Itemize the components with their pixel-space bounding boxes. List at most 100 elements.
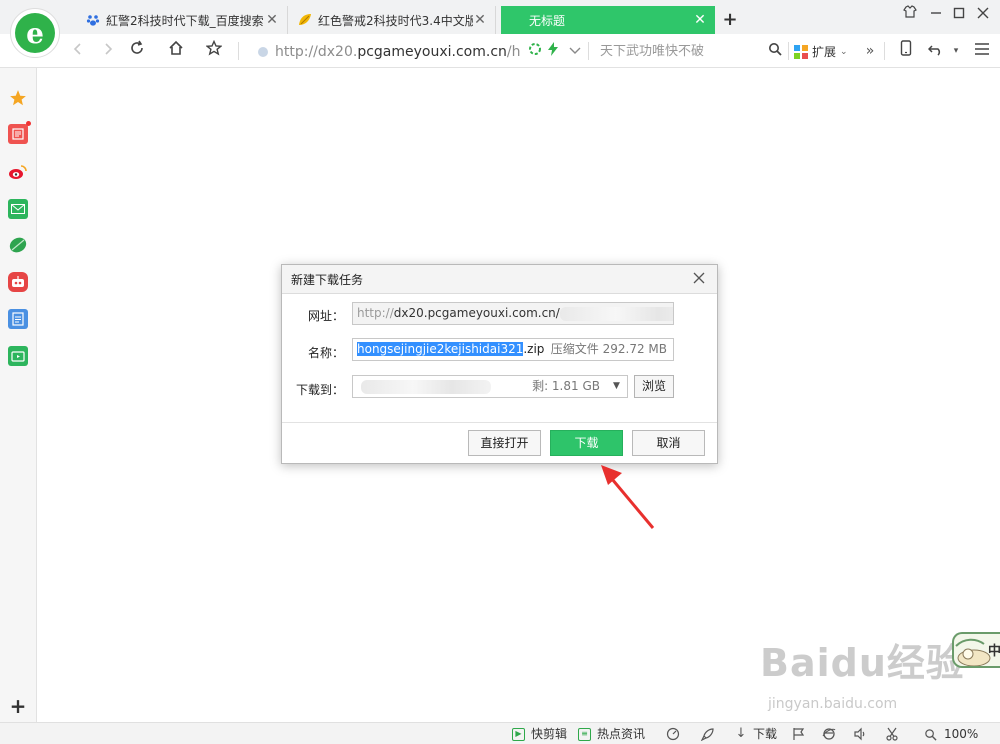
new-download-dialog: 新建下载任务 网址： http://dx20.pcgameyouxi.com.c…	[281, 264, 718, 464]
tab-close-icon[interactable]: ✕	[265, 12, 279, 28]
url-label: 网址：	[307, 309, 344, 323]
chevron-down-icon: ⌄	[840, 47, 848, 57]
maximize-icon[interactable]	[947, 4, 971, 26]
annotation-arrow-icon	[601, 465, 655, 529]
address-domain: pcgameyouxi.com.cn	[357, 44, 507, 60]
zoom-level: 100%	[944, 727, 979, 741]
filename-selected-text: hongsejingjie2kejishidai321	[357, 342, 524, 356]
navigation-toolbar: http://dx20.pcgameyouxi.com.cn/hongs 天下武…	[0, 34, 1000, 68]
forward-arrow-icon[interactable]	[96, 40, 120, 62]
zoom-magnifier-icon	[925, 728, 937, 741]
sidebar-tv-icon[interactable]	[8, 346, 28, 366]
site-info-icon[interactable]	[258, 47, 268, 57]
url-value: dx20.pcgameyouxi.com.cn/	[393, 306, 560, 320]
filename-extension: .zip	[523, 342, 545, 356]
tab-title: 红色警戒2科技时代3.4中文版下载	[318, 13, 473, 28]
address-prefix: http://dx20.	[275, 44, 358, 60]
back-arrow-icon[interactable]	[66, 40, 90, 62]
address-suffix: /hongs	[506, 44, 521, 60]
sidebar-mail-icon[interactable]	[8, 199, 28, 219]
clip-play-icon: ▶	[512, 727, 525, 741]
phone-icon[interactable]	[894, 40, 918, 62]
blurred-region	[361, 379, 491, 394]
sidebar-weibo-icon[interactable]	[8, 162, 28, 182]
tab-close-icon[interactable]: ✕	[473, 12, 487, 28]
minimize-icon[interactable]	[924, 4, 948, 26]
notification-dot	[26, 121, 31, 126]
home-icon[interactable]	[164, 40, 188, 62]
speed-icon[interactable]	[666, 726, 680, 742]
sidebar-robot-icon[interactable]	[8, 272, 28, 292]
tab-baidu-search[interactable]: 紅警2科技时代下载_百度搜索 ✕	[78, 6, 288, 34]
tab-title: 紅警2科技时代下载_百度搜索	[106, 13, 264, 28]
address-dropdown-icon[interactable]	[566, 42, 584, 62]
browser-logo-glyph: e	[15, 13, 55, 53]
blurred-region	[559, 306, 673, 321]
sidebar-star-icon[interactable]	[8, 88, 28, 108]
dialog-header: 新建下载任务	[282, 265, 717, 294]
skin-icon[interactable]	[898, 4, 922, 26]
title-bar: 紅警2科技时代下载_百度搜索 ✕ 红色警戒2科技时代3.4中文版下载 ✕ 无标题…	[0, 0, 1000, 34]
tab-untitled[interactable]: 无标题 ✕	[501, 6, 715, 34]
tab-pcgame[interactable]: 红色警戒2科技时代3.4中文版下载 ✕	[290, 6, 496, 34]
address-bar[interactable]: http://dx20.pcgameyouxi.com.cn/hongs	[275, 42, 521, 62]
filename-input[interactable]: hongsejingjie2kejishidai321.zip 压缩文件 292…	[352, 338, 674, 361]
quick-clip-button[interactable]: ▶ 快剪辑	[512, 726, 567, 742]
extensions-button[interactable]: 扩展 ⌄	[794, 42, 848, 62]
favorite-star-icon[interactable]	[202, 39, 226, 62]
close-icon[interactable]	[971, 4, 995, 26]
screenshot-scissors-icon[interactable]	[885, 726, 899, 742]
lightning-icon[interactable]	[544, 42, 562, 62]
toolbar-divider	[588, 42, 589, 60]
toolbar-divider	[884, 42, 885, 60]
save-path-input[interactable]: 剩: 1.81 GB	[352, 375, 607, 398]
save-path-dropdown-icon[interactable]: ▼	[606, 375, 628, 398]
sidebar-add-button[interactable]: +	[8, 696, 28, 716]
watermark-badge: 中	[952, 632, 1000, 668]
sidebar-game-leaf-icon[interactable]	[8, 235, 28, 255]
url-field[interactable]: http://dx20.pcgameyouxi.com.cn/	[352, 302, 674, 325]
dialog-close-icon[interactable]	[689, 268, 709, 290]
tab-title: 无标题	[529, 13, 566, 28]
hot-news-label: 热点资讯	[597, 727, 646, 741]
save-to-label: 下载到：	[295, 383, 344, 397]
watermark-badge-text: 中	[988, 644, 1000, 659]
zoom-control[interactable]: 100%	[924, 726, 978, 742]
sidebar-news-icon[interactable]	[8, 124, 28, 144]
open-directly-button[interactable]: 直接打开	[468, 430, 541, 456]
undo-dropdown-icon[interactable]: ▾	[944, 40, 968, 62]
pcgame-leaf-icon	[298, 13, 312, 27]
flag-icon[interactable]	[792, 726, 806, 742]
file-info: 压缩文件 292.72 MB	[550, 342, 667, 356]
refresh-icon[interactable]	[125, 40, 149, 62]
browse-button[interactable]: 浏览	[634, 375, 674, 398]
toolbar-divider	[788, 42, 789, 60]
volume-icon[interactable]	[853, 726, 867, 742]
download-status-label: 下载	[753, 727, 778, 741]
more-tools-icon[interactable]: »	[858, 40, 882, 62]
sidebar-document-icon[interactable]	[8, 309, 28, 329]
cancel-button[interactable]: 取消	[632, 430, 705, 456]
extensions-grid-icon	[794, 45, 808, 59]
quick-clip-label: 快剪辑	[531, 727, 568, 741]
toolbar-divider	[238, 42, 239, 60]
download-manager-button[interactable]: ↓ 下载	[733, 726, 777, 742]
name-label: 名称：	[307, 346, 344, 360]
rocket-icon[interactable]	[701, 726, 715, 742]
search-input[interactable]: 天下武功唯快不破	[600, 42, 704, 62]
download-button[interactable]: 下载	[550, 430, 623, 456]
download-arrow-icon: ↓	[735, 726, 747, 741]
dialog-title: 新建下载任务	[291, 273, 364, 287]
status-bar: ▶ 快剪辑 ≡ 热点资讯 ↓ 下载 100%	[0, 722, 1000, 744]
baidu-paw-icon	[86, 13, 100, 27]
browser-logo[interactable]: e	[10, 8, 60, 58]
ie-compat-icon[interactable]	[822, 726, 836, 742]
free-space-info: 剩: 1.81 GB	[532, 379, 600, 393]
loading-spinner-icon[interactable]	[526, 42, 544, 62]
search-icon[interactable]	[766, 42, 784, 62]
dialog-divider	[282, 422, 717, 423]
tab-close-icon[interactable]: ✕	[693, 12, 707, 28]
hot-news-button[interactable]: ≡ 热点资讯	[578, 726, 645, 742]
new-tab-button[interactable]: +	[720, 8, 740, 32]
menu-icon[interactable]	[970, 40, 994, 62]
